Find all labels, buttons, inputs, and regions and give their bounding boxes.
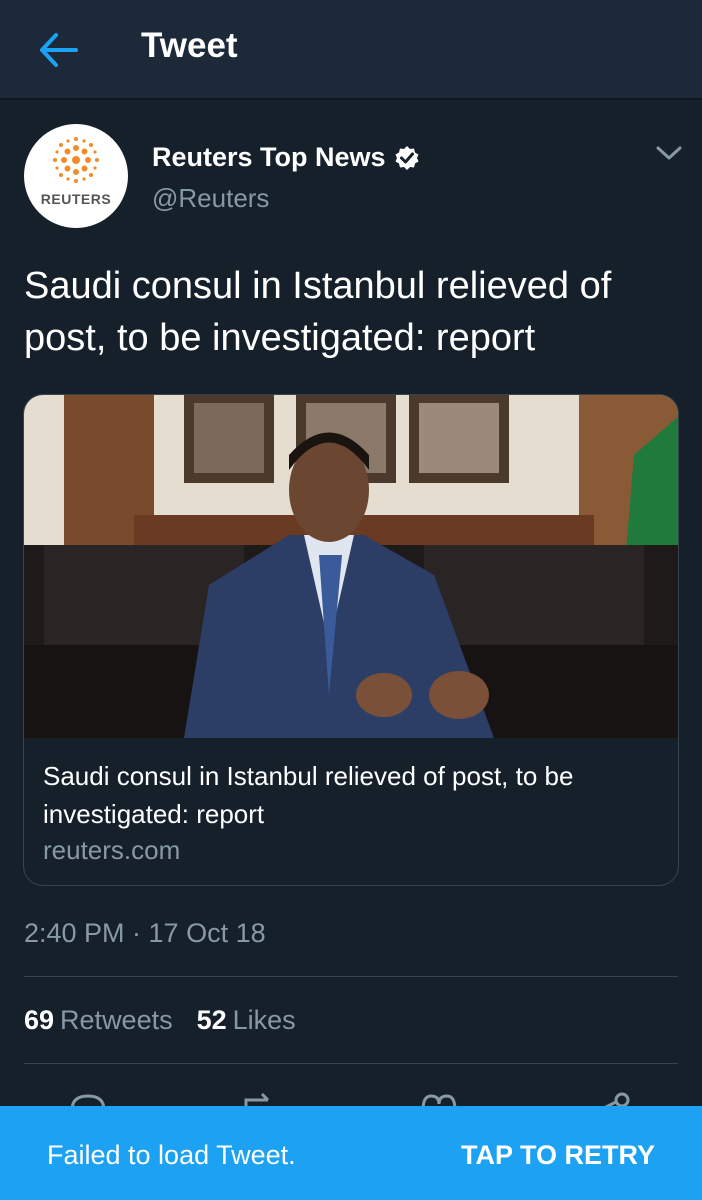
likes-count: 52: [196, 1005, 227, 1035]
snackbar-message: Failed to load Tweet.: [47, 1140, 296, 1170]
error-snackbar: Failed to load Tweet. TAP TO RETRY: [0, 1106, 702, 1200]
news-photo: [24, 395, 678, 738]
author-name[interactable]: Reuters Top News: [152, 142, 420, 173]
retweets-stat[interactable]: 69 Retweets: [24, 1005, 173, 1036]
back-button[interactable]: [30, 26, 86, 74]
card-domain: reuters.com: [43, 835, 181, 865]
tweet-timestamp: 2:40 PM · 17 Oct 18: [24, 918, 266, 948]
card-title: Saudi consul in Istanbul relieved of pos…: [43, 761, 574, 829]
author-handle[interactable]: @Reuters: [152, 183, 269, 214]
likes-stat[interactable]: 52 Likes: [197, 1005, 296, 1036]
retweets-label: Retweets: [60, 1005, 173, 1035]
engagement-stats: 69 Retweets 52 Likes: [24, 1005, 296, 1036]
author-name-text: Reuters Top News: [152, 142, 386, 172]
arrow-left-icon: [40, 33, 78, 67]
divider: [24, 976, 678, 977]
top-app-bar: Tweet: [0, 0, 702, 100]
chevron-down-icon[interactable]: [654, 140, 684, 166]
reuters-logo-icon: [53, 137, 99, 183]
avatar-text: REUTERS: [40, 191, 112, 207]
page-title: Tweet: [141, 26, 238, 65]
avatar[interactable]: REUTERS: [24, 124, 128, 228]
retweets-count: 69: [24, 1005, 55, 1035]
verified-badge-icon: [395, 145, 419, 170]
tweet-text: Saudi consul in Istanbul relieved of pos…: [24, 265, 612, 359]
likes-label: Likes: [232, 1005, 296, 1035]
link-preview-card[interactable]: Saudi consul in Istanbul relieved of pos…: [23, 394, 679, 886]
divider: [24, 1063, 678, 1064]
retry-button[interactable]: TAP TO RETRY: [461, 1140, 655, 1171]
